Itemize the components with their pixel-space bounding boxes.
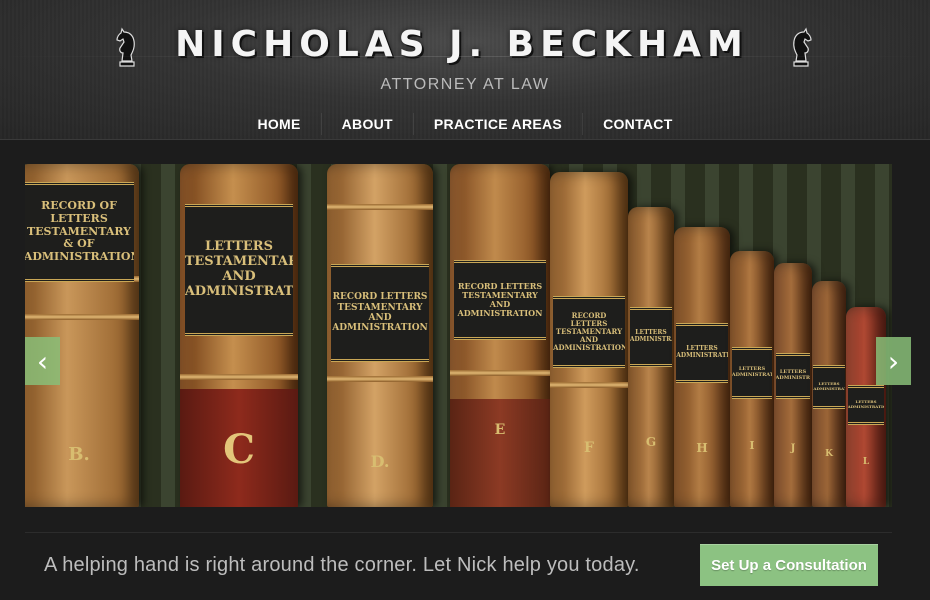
book-spine-letter: H (696, 441, 708, 455)
book-spine-letter: J (790, 443, 796, 454)
book-spine-letter: L (862, 457, 870, 467)
book-ridge (25, 314, 139, 320)
book-spine-label: LETTERS ADMINISTRATION (847, 385, 885, 425)
chess-knight-icon (793, 27, 812, 67)
book-spine-letter: C (223, 426, 255, 473)
consultation-button[interactable]: Set Up a Consultation (700, 544, 878, 586)
book-spine-label: LETTERS ADMINISTRATION (731, 347, 773, 399)
book-spine-label: RECORD LETTERS TESTAMENTARY AND ADMINIST… (553, 296, 625, 368)
book-spine: RECORD OF LETTERS TESTAMENTARY & OF ADMI… (25, 164, 139, 507)
book-spine: LETTERS ADMINISTRATION J (774, 263, 812, 507)
book-spine-letter: K (825, 449, 833, 459)
book-ridge (327, 204, 433, 210)
book-spine-letter: F (584, 440, 594, 456)
book-spine-label: LETTERS ADMINISTRATION (813, 365, 845, 409)
book-spine-letter: B. (68, 444, 90, 465)
book-spine: LETTERS ADMINISTRATION H (674, 227, 730, 507)
site-subtitle: ATTORNEY AT LAW (380, 76, 550, 93)
cta-divider (25, 532, 892, 533)
nav-item-practice-areas[interactable]: PRACTICE AREAS (414, 116, 582, 135)
book-ridge (550, 382, 628, 388)
book-spine-label: RECORD OF LETTERS TESTAMENTARY & OF ADMI… (25, 182, 135, 282)
book-spine: RECORD LETTERS TESTAMENTARY AND ADMINIST… (450, 164, 550, 507)
book-spine: LETTERS ADMINISTRATION I (730, 251, 774, 507)
book-spine-label: RECORD LETTERS TESTAMENTARY AND ADMINIST… (331, 264, 429, 362)
book-ridge (327, 376, 433, 382)
slider-prev-button[interactable]: ‹ (25, 337, 60, 385)
hero-slider: RECORD OF LETTERS TESTAMENTARY & OF ADMI… (25, 164, 892, 507)
book-spine-letter: I (749, 439, 755, 452)
book-spine-label: LETTERS ADMINISTRATION (676, 323, 728, 383)
book-ridge (450, 370, 550, 376)
book-spine-label: LETTERS TESTAMENTARY AND ADMINISTRATION (184, 204, 294, 336)
book-spine-letter: E (494, 422, 506, 438)
book-spine: LETTERS ADMINISTRATION K (812, 281, 846, 507)
main-nav: HOME ABOUT PRACTICE AREAS CONTACT (0, 113, 930, 135)
chess-knight-icon (116, 27, 135, 67)
site-title-row: NICHOLAS J. BECKHAM (112, 18, 812, 70)
nav-item-contact[interactable]: CONTACT (583, 116, 693, 135)
site-title[interactable]: NICHOLAS J. BECKHAM (175, 24, 749, 65)
cta-text: A helping hand is right around the corne… (44, 554, 640, 576)
book-spine-label: RECORD LETTERS TESTAMENTARY AND ADMINIST… (454, 260, 546, 340)
book-spine-label: LETTERS ADMINISTRATION (775, 353, 811, 399)
book-spine: RECORD LETTERS TESTAMENTARY AND ADMINIST… (550, 172, 628, 507)
book-spine: RECORD LETTERS TESTAMENTARY AND ADMINIST… (327, 164, 433, 507)
book-spine: LETTERS TESTAMENTARY AND ADMINISTRATION … (180, 164, 298, 507)
chevron-left-icon: ‹ (36, 344, 49, 378)
book-spine-letter: D. (370, 452, 390, 471)
book-spine: LETTERS ADMINISTRATION G (628, 207, 674, 507)
nav-item-about[interactable]: ABOUT (322, 116, 413, 135)
slider-next-button[interactable]: › (876, 337, 911, 385)
book-spine-letter: G (645, 435, 657, 449)
book-spine-label: LETTERS ADMINISTRATION (629, 307, 673, 367)
book-ridge (180, 374, 298, 380)
nav-item-home[interactable]: HOME (237, 116, 320, 135)
site-header: NICHOLAS J. BECKHAM ATTORNEY AT LAW HOME… (0, 0, 930, 140)
chevron-right-icon: › (887, 344, 900, 378)
